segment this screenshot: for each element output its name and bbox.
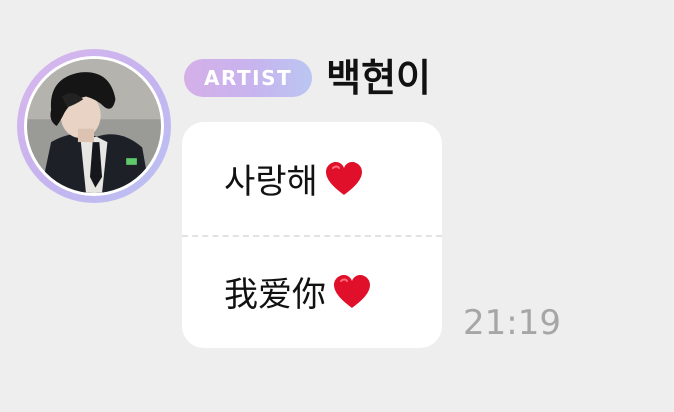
message-bubble[interactable]: 사랑해 我爱你 <box>182 122 442 348</box>
avatar-frame <box>24 56 164 196</box>
heart-icon <box>332 274 372 310</box>
message-header: ARTIST 백현이 <box>184 52 431 104</box>
message-timestamp: 21:19 <box>463 303 561 343</box>
avatar-photo <box>27 59 161 193</box>
heart-icon <box>324 161 364 197</box>
avatar[interactable] <box>17 49 171 203</box>
artist-badge: ARTIST <box>184 59 313 97</box>
message-line: 사랑해 <box>182 122 442 235</box>
sender-name[interactable]: 백현이 <box>326 59 431 97</box>
message-line: 我爱你 <box>182 235 442 348</box>
message-text: 我爱你 <box>224 275 326 315</box>
message-text: 사랑해 <box>224 162 318 202</box>
